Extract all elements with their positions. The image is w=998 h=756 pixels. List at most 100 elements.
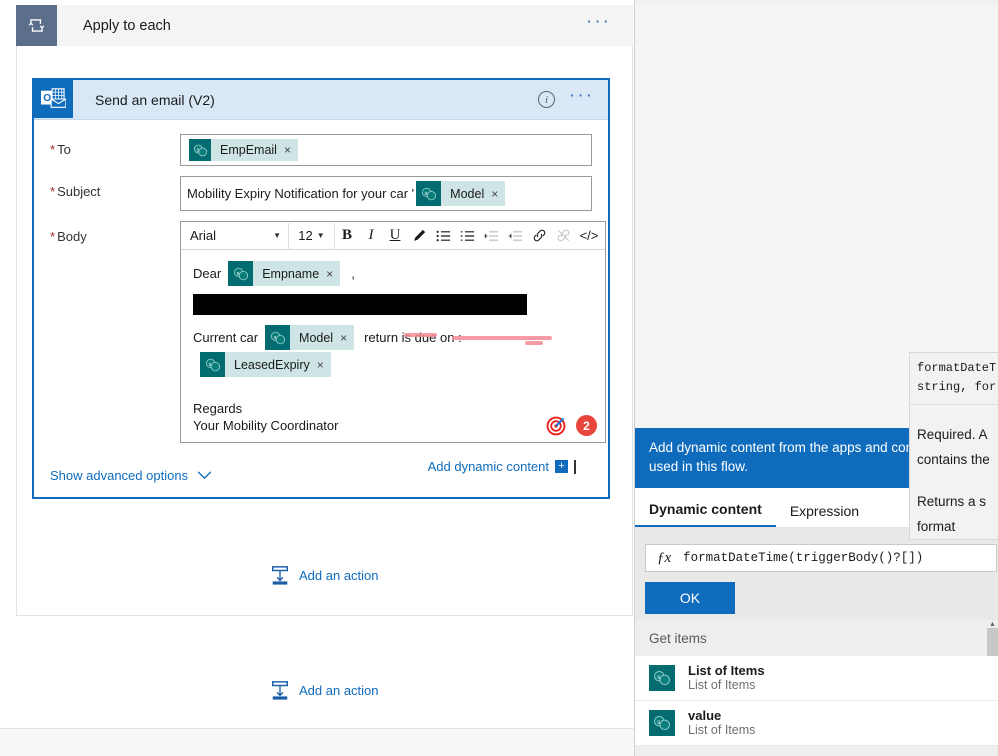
send-email-menu-button[interactable]: ··· — [569, 86, 594, 108]
remove-link-icon[interactable] — [551, 223, 575, 249]
add-an-action-button-outer[interactable]: Add an action — [270, 680, 379, 701]
panel-footer-strip — [635, 746, 998, 756]
add-action-icon — [272, 566, 288, 585]
add-action-icon — [272, 681, 288, 700]
redacted-text-block — [193, 294, 527, 315]
list-item[interactable]: s value List of Items — [635, 701, 998, 746]
subject-static-text: Mobility Expiry Notification for your ca… — [187, 186, 415, 201]
dynamic-token-leasedexpiry[interactable]: s LeasedExpiry × — [200, 352, 331, 377]
sharepoint-icon: s — [200, 352, 225, 377]
send-email-card-header[interactable]: O Send an email (V2) i ··· — [33, 80, 608, 120]
app-root: Apply to each ··· O Send an email (V2) i… — [0, 0, 998, 756]
italic-button[interactable]: I — [359, 223, 383, 249]
apply-to-each-menu-button[interactable]: ··· — [586, 12, 611, 34]
chevron-down-icon — [197, 471, 212, 480]
sharepoint-icon: s — [649, 665, 675, 691]
dynamic-token-empemail[interactable]: s EmpEmail × — [189, 139, 298, 161]
target-icon — [546, 416, 566, 436]
greeting-comma: , — [351, 266, 355, 281]
tooltip-paragraph-2-line-1: Returns a s — [917, 494, 987, 509]
list-item-subtitle: List of Items — [688, 723, 756, 737]
code-view-button[interactable]: </> — [575, 223, 603, 249]
token-label: LeasedExpiry — [234, 357, 310, 372]
dynamic-token-model-body[interactable]: s Model × — [265, 325, 355, 350]
add-an-action-button-inner[interactable]: Add an action — [270, 565, 379, 586]
font-size-dropdown[interactable]: 12 ▼ — [289, 222, 335, 249]
send-email-card-actions: i ··· — [538, 86, 608, 108]
font-family-value: Arial — [190, 228, 217, 243]
apply-to-each-header[interactable]: Apply to each ··· — [16, 5, 633, 46]
greeting-text: Dear — [193, 266, 222, 281]
token-remove-icon[interactable]: × — [491, 187, 505, 201]
sharepoint-icon: s — [416, 181, 442, 206]
dynamic-token-empname[interactable]: s Empname × — [228, 261, 341, 286]
editor-content-area[interactable]: Dear s Empname × , Current car s Model ×… — [181, 250, 605, 442]
token-label: Empname — [262, 266, 320, 281]
subject-field-row: * Subject Mobility Expiry Notification fo… — [50, 176, 592, 211]
token-remove-icon[interactable]: × — [284, 143, 298, 157]
list-item-text: value List of Items — [688, 708, 755, 738]
decrease-indent-button[interactable] — [479, 223, 503, 249]
show-advanced-options-toggle[interactable]: Show advanced options — [50, 468, 212, 483]
tooltip-signature: formatDateT string, for — [910, 353, 998, 405]
bulleted-list-button[interactable] — [431, 223, 455, 249]
body-field-row: * Body Arial ▼ 12 ▼ B I U </> Dear s Emp… — [50, 221, 606, 443]
sharepoint-icon: s — [228, 261, 254, 286]
flow-designer-canvas: Apply to each ··· O Send an email (V2) i… — [0, 0, 634, 756]
ok-button[interactable]: OK — [645, 582, 735, 614]
bold-button[interactable]: B — [335, 223, 359, 249]
highlighter-stroke — [404, 333, 437, 337]
add-an-action-label: Add an action — [299, 683, 379, 698]
font-family-dropdown[interactable]: Arial ▼ — [183, 222, 289, 249]
tooltip-spacer — [910, 472, 998, 489]
function-help-tooltip: formatDateT string, for Required. A cont… — [909, 352, 998, 540]
highlighter-stroke — [525, 341, 543, 345]
annotation-step-badge: 2 — [576, 415, 597, 436]
dynamic-content-list: s List of Items List of Items s value Li… — [635, 656, 998, 746]
subject-input[interactable]: Mobility Expiry Notification for your ca… — [180, 176, 592, 211]
body-rich-text-editor[interactable]: Arial ▼ 12 ▼ B I U </> Dear s Empname × … — [180, 221, 606, 443]
send-email-action-card[interactable]: O Send an email (V2) i ··· * To s EmpEma… — [32, 78, 610, 499]
expression-value: formatDateTime(triggerBody()?[]) — [683, 551, 924, 565]
subject-field-label: * Subject — [50, 184, 101, 199]
greeting-line: Dear s Empname × , — [193, 260, 593, 287]
to-input[interactable]: s EmpEmail × — [180, 134, 592, 166]
underline-button[interactable]: U — [383, 223, 407, 249]
tab-expression[interactable]: Expression — [776, 503, 873, 527]
token-remove-icon[interactable]: × — [340, 331, 354, 345]
svg-text:s: s — [424, 190, 427, 196]
editor-toolbar: Arial ▼ 12 ▼ B I U </> — [181, 222, 605, 250]
canvas-bottom-strip — [0, 728, 634, 756]
text-color-button[interactable] — [407, 223, 431, 249]
add-dynamic-content-link[interactable]: Add dynamic content — [428, 459, 549, 474]
token-label: Model — [299, 330, 334, 345]
list-item[interactable]: s List of Items List of Items — [635, 656, 998, 701]
apply-to-each-title: Apply to each — [83, 17, 171, 34]
signature-block: Regards Your Mobility Coordinator — [193, 400, 593, 434]
dynamic-token-model-subject[interactable]: s Model × — [416, 181, 506, 206]
info-icon[interactable]: i — [538, 91, 556, 108]
svg-text:s: s — [657, 719, 660, 726]
sharepoint-icon: s — [189, 139, 211, 161]
outlook-icon: O — [33, 80, 73, 118]
add-an-action-label: Add an action — [299, 568, 379, 583]
sharepoint-icon: s — [649, 710, 675, 736]
tab-dynamic-content[interactable]: Dynamic content — [635, 501, 776, 527]
numbered-list-button[interactable] — [455, 223, 479, 249]
token-remove-icon[interactable]: × — [326, 267, 340, 281]
increase-indent-button[interactable] — [503, 223, 527, 249]
required-asterisk: * — [50, 142, 56, 157]
expression-input[interactable]: ƒx formatDateTime(triggerBody()?[]) — [645, 544, 997, 572]
body-field-label: * Body — [50, 229, 87, 244]
to-field-row: * To s EmpEmail × — [50, 134, 592, 166]
chevron-down-icon: ▼ — [273, 231, 281, 240]
list-item-subtitle: List of Items — [688, 678, 756, 692]
token-remove-icon[interactable]: × — [317, 358, 331, 372]
insert-link-icon[interactable] — [527, 223, 551, 249]
token-label: Model — [450, 186, 485, 201]
add-dynamic-content-plus-icon[interactable]: + — [555, 460, 568, 473]
loop-icon — [16, 5, 57, 46]
required-asterisk: * — [50, 184, 56, 199]
expression-editor-zone: ƒx formatDateTime(triggerBody()?[]) OK — [635, 528, 998, 626]
tooltip-paragraph-2-line-2: format — [917, 519, 956, 534]
